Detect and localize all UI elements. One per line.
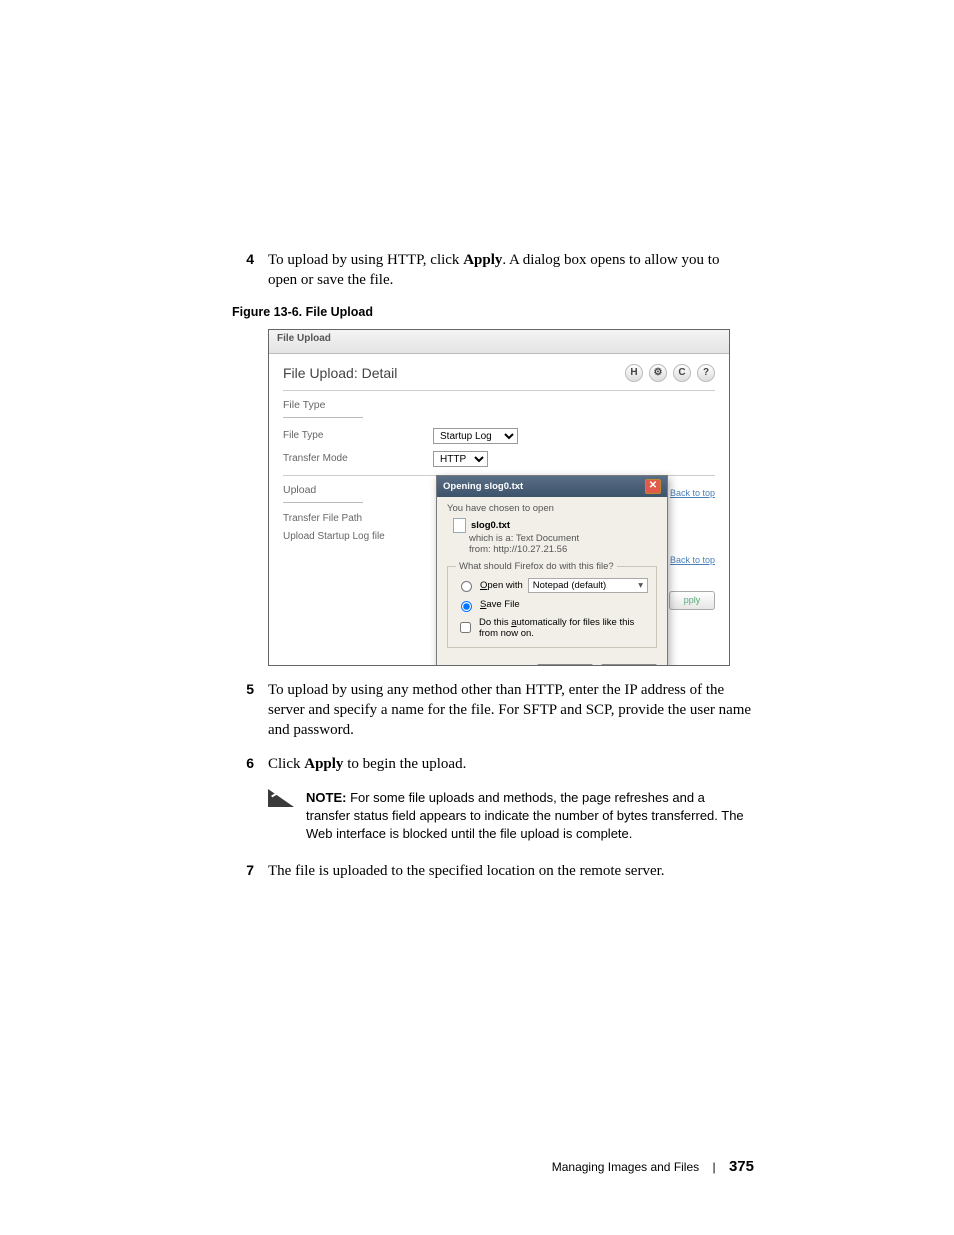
file-type-row: File Type Startup Log bbox=[283, 428, 715, 444]
detail-header: File Upload: Detail bbox=[283, 365, 397, 381]
note-block: NOTE: For some file uploads and methods,… bbox=[268, 789, 752, 844]
apply-word: Apply bbox=[304, 756, 343, 772]
dialog-title: Opening slog0.txt bbox=[443, 481, 523, 492]
window-title: File Upload bbox=[269, 330, 729, 354]
note-label: NOTE: bbox=[306, 790, 350, 805]
step-5: 5 To upload by using any method other th… bbox=[232, 680, 752, 741]
auto-row: Do this automatically for files like thi… bbox=[456, 617, 648, 639]
file-type-select[interactable]: Startup Log bbox=[433, 428, 518, 444]
step-number: 6 bbox=[232, 754, 254, 773]
step-6: 6 Click Apply to begin the upload. bbox=[232, 754, 752, 774]
footer-separator: | bbox=[713, 1160, 716, 1174]
refresh-icon[interactable]: C bbox=[673, 364, 691, 382]
step-text: To upload by using HTTP, click Apply. A … bbox=[268, 250, 752, 291]
auto-label: Do this automatically for files like thi… bbox=[479, 617, 648, 639]
transfer-mode-label: Transfer Mode bbox=[283, 453, 433, 464]
transfer-file-path-label: Transfer File Path bbox=[283, 513, 433, 524]
dialog-buttons: OK Cancel bbox=[437, 658, 667, 666]
transfer-mode-row: Transfer Mode HTTP bbox=[283, 451, 715, 467]
note-text: NOTE: For some file uploads and methods,… bbox=[306, 789, 752, 844]
save-file-label: Save FileSave File bbox=[480, 599, 520, 610]
step-number: 4 bbox=[232, 250, 254, 269]
step-list-cont: 5 To upload by using any method other th… bbox=[232, 680, 752, 775]
file-type-label: File Type bbox=[283, 430, 433, 441]
dialog-which-is: which is a: Text Document bbox=[469, 533, 657, 544]
toolbar-icons: H ⚙ C ? bbox=[625, 364, 715, 382]
save-file-radio[interactable] bbox=[461, 601, 472, 612]
screenshot-figure: File Upload File Upload: Detail H ⚙ C ? … bbox=[268, 329, 730, 666]
chevron-down-icon: ▾ bbox=[638, 580, 643, 591]
dialog-filename: slog0.txt bbox=[471, 520, 510, 531]
step-text: The file is uploaded to the specified lo… bbox=[268, 861, 752, 881]
open-with-label: OOpen withpen with bbox=[480, 580, 523, 591]
apply-word: Apply bbox=[463, 252, 502, 268]
back-to-top-link-2[interactable]: Back to top bbox=[670, 555, 715, 565]
dialog-titlebar: Opening slog0.txt ✕ bbox=[437, 476, 667, 497]
save-file-row: Save FileSave File bbox=[456, 598, 648, 612]
dialog-chosen-text: You have chosen to open bbox=[447, 503, 657, 514]
open-with-radio[interactable] bbox=[461, 581, 472, 592]
page-footer: Managing Images and Files | 375 bbox=[0, 1158, 954, 1175]
file-icon bbox=[453, 518, 466, 533]
dialog-what-should: What should Firefox do with this file? bbox=[456, 561, 617, 572]
step-number: 7 bbox=[232, 861, 254, 880]
note-icon bbox=[268, 789, 294, 807]
step-text: Click Apply to begin the upload. bbox=[268, 754, 752, 774]
download-dialog: Opening slog0.txt ✕ You have chosen to o… bbox=[436, 475, 668, 666]
figure-caption: Figure 13-6. File Upload bbox=[232, 305, 752, 319]
help-icon[interactable]: ? bbox=[697, 364, 715, 382]
apply-button[interactable]: pply bbox=[669, 591, 715, 610]
save-icon[interactable]: H bbox=[625, 364, 643, 382]
transfer-mode-select[interactable]: HTTP bbox=[433, 451, 488, 467]
step-list: 4 To upload by using HTTP, click Apply. … bbox=[232, 250, 752, 291]
open-with-row: OOpen withpen with Notepad (default) ▾ bbox=[456, 578, 648, 593]
back-to-top-link-1[interactable]: Back to top bbox=[670, 488, 715, 498]
step-7: 7 The file is uploaded to the specified … bbox=[232, 861, 752, 881]
close-icon[interactable]: ✕ bbox=[645, 479, 661, 494]
step-text: To upload by using any method other than… bbox=[268, 680, 752, 741]
step-4: 4 To upload by using HTTP, click Apply. … bbox=[232, 250, 752, 291]
chapter-title: Managing Images and Files bbox=[552, 1160, 699, 1174]
auto-checkbox[interactable] bbox=[460, 622, 471, 633]
dialog-action-fieldset: What should Firefox do with this file? O… bbox=[447, 561, 657, 648]
ok-button[interactable]: OK bbox=[537, 664, 593, 666]
cancel-button[interactable]: Cancel bbox=[601, 664, 657, 666]
print-icon[interactable]: ⚙ bbox=[649, 364, 667, 382]
detail-header-row: File Upload: Detail H ⚙ C ? bbox=[283, 364, 715, 382]
step-number: 5 bbox=[232, 680, 254, 699]
step-list-cont2: 7 The file is uploaded to the specified … bbox=[232, 861, 752, 881]
open-with-app-dropdown[interactable]: Notepad (default) ▾ bbox=[528, 578, 648, 593]
dialog-from: from: http://10.27.21.56 bbox=[469, 544, 657, 555]
section-file-type-title: File Type bbox=[283, 399, 715, 411]
page-number: 375 bbox=[729, 1158, 754, 1175]
dialog-file-line: slog0.txt bbox=[453, 518, 657, 533]
